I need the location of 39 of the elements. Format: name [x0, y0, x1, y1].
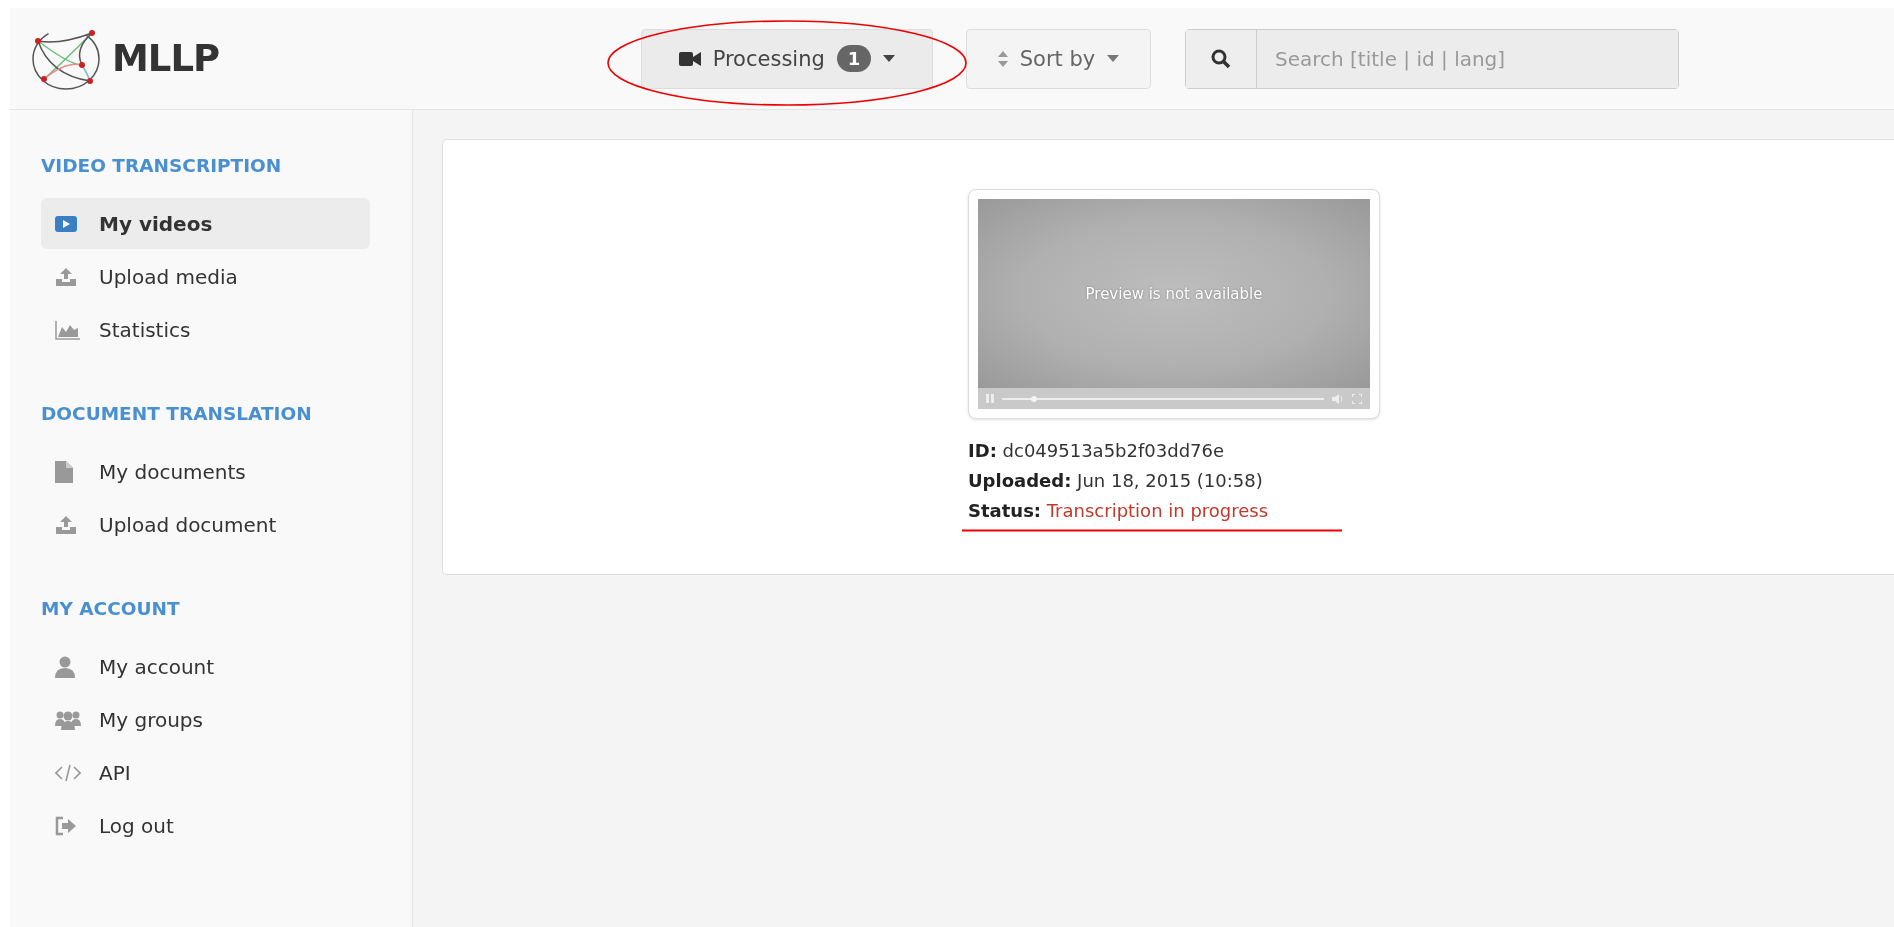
sidebar-item[interactable]: My account — [41, 641, 370, 692]
upload-icon — [55, 514, 77, 535]
detail-text: Uploaded: Jun 18, 2015 (10:58) — [968, 470, 1263, 491]
user-icon — [55, 655, 75, 678]
logo-text: MLLP — [112, 37, 220, 80]
detail-text: ID: dc049513a5b2f03dd76e — [968, 440, 1225, 461]
status-text: Status: Transcription in progress — [968, 500, 1269, 521]
count-badge: 1 — [836, 45, 872, 72]
document-icon — [55, 460, 73, 483]
sidebar-item[interactable]: Upload media — [41, 251, 370, 302]
section-heading: DOCUMENT TRANSLATION — [41, 401, 313, 426]
volume-icon[interactable] — [1332, 393, 1344, 404]
sidebar-item[interactable]: Log out — [41, 800, 370, 851]
seek-bar[interactable] — [1002, 397, 1324, 400]
section-heading: VIDEO TRANSCRIPTION — [41, 153, 283, 178]
sidebar-item[interactable]: Upload document — [41, 499, 370, 550]
logout-icon — [55, 815, 77, 836]
search-field[interactable]: Search [title | id | lang] — [1185, 28, 1679, 89]
preview-message: Preview is not available — [1085, 284, 1263, 303]
area-chart-icon — [55, 319, 81, 340]
caret-icon — [1107, 55, 1120, 62]
sidebar-item[interactable]: Statistics — [41, 304, 370, 355]
caret-icon — [883, 55, 896, 62]
sidebar-item[interactable]: My groups — [41, 694, 370, 745]
pause-icon[interactable] — [986, 394, 994, 403]
sort-dropdown-button[interactable]: Sort by — [966, 28, 1151, 89]
search-icon — [1211, 48, 1231, 69]
sidebar-item[interactable]: My documents — [41, 446, 370, 497]
video-icon — [55, 214, 77, 233]
sidebar-item[interactable]: API — [41, 747, 370, 798]
sidebar-item[interactable]: My videos — [41, 198, 370, 249]
code-icon — [55, 763, 81, 782]
sort-icon — [997, 50, 1008, 67]
group-icon — [55, 709, 81, 730]
upload-icon — [55, 266, 77, 287]
video-camera-icon — [678, 51, 701, 66]
processing-dropdown-button[interactable]: Processing 1 — [641, 28, 933, 89]
fullscreen-icon[interactable] — [1352, 393, 1362, 404]
section-heading: MY ACCOUNT — [41, 596, 181, 621]
